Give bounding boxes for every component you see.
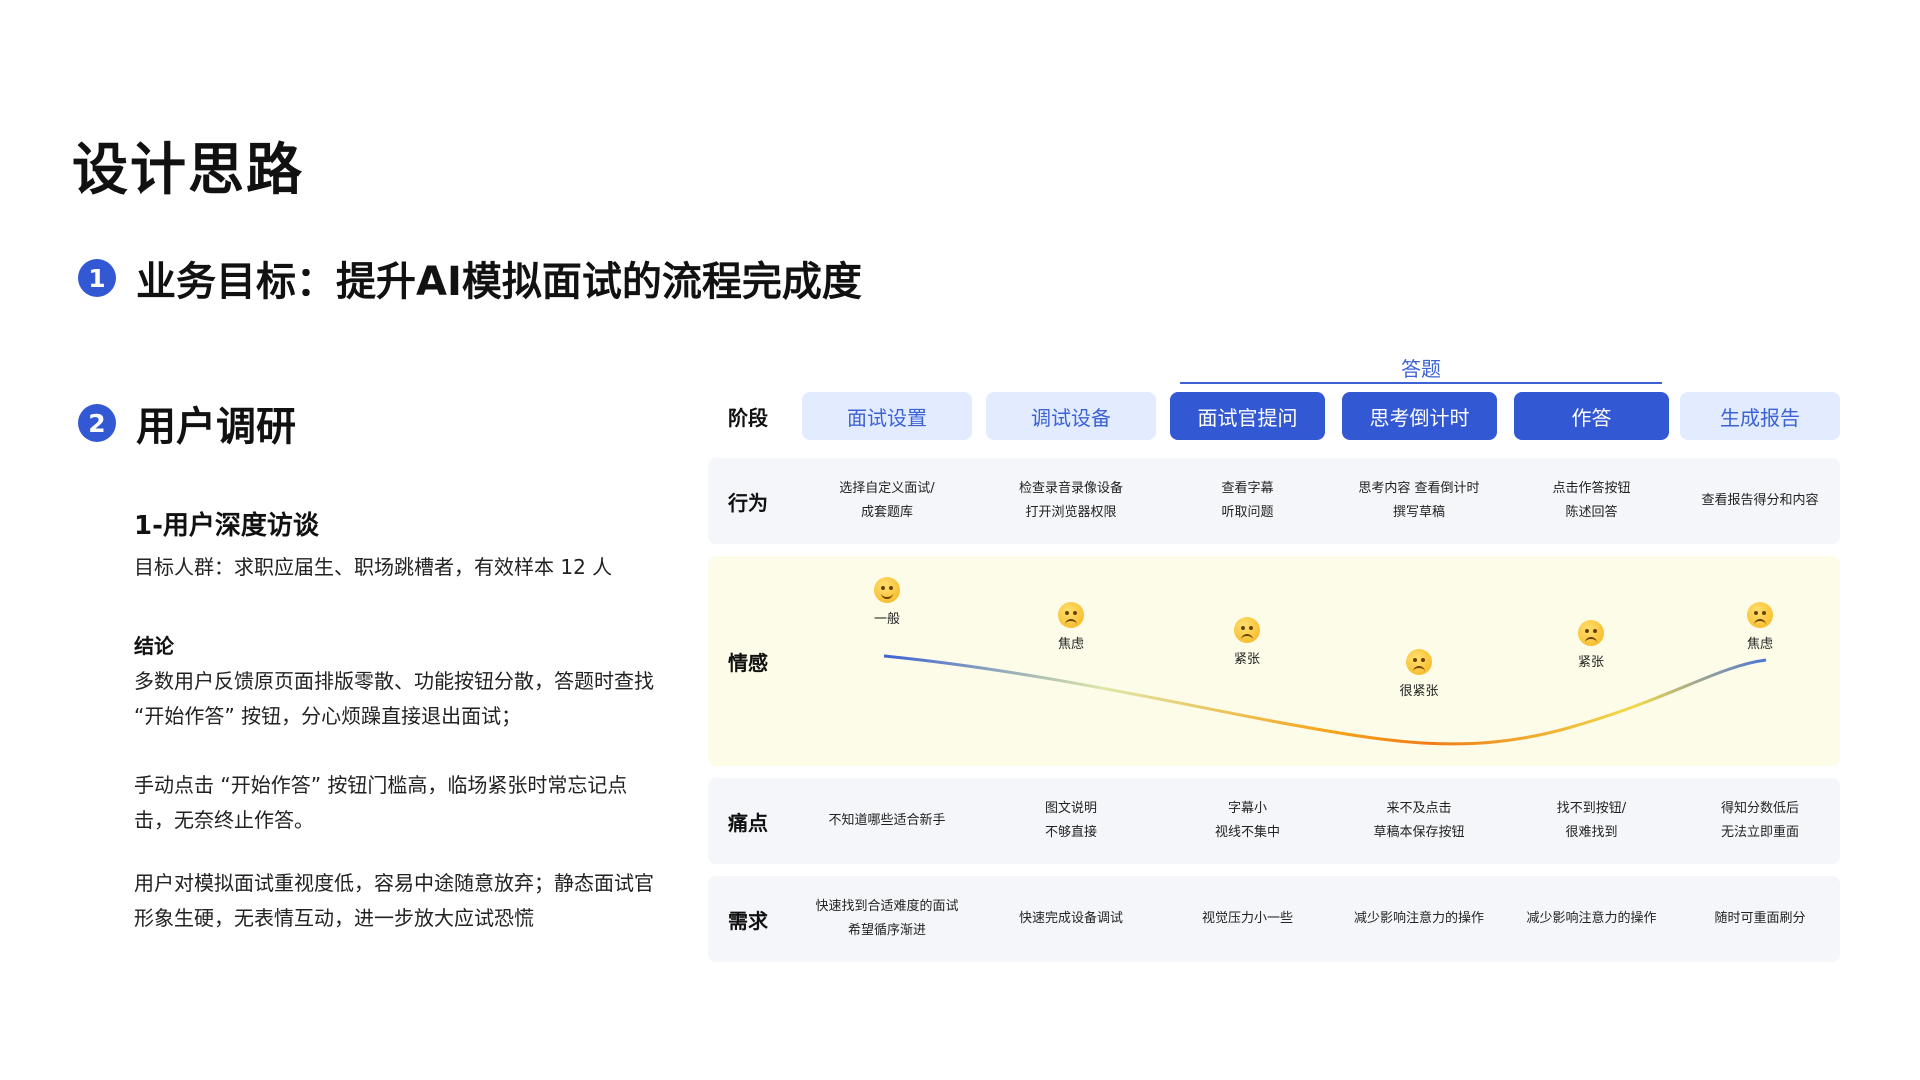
page-title: 设计思路 <box>72 138 304 203</box>
section-business-goal: 1 业务目标：提升AI模拟面试的流程完成度 <box>78 253 862 305</box>
row-label-behavior: 行为 <box>728 490 768 515</box>
stage-header-label: 阶段 <box>728 405 768 430</box>
answer-group-label: 答题 <box>1401 357 1441 381</box>
target-audience-text: 目标人群：求职应届生、职场跳槽者，有效样本 12 人 <box>134 555 613 579</box>
behavior-cell: 点击作答按钮 陈述回答 <box>1552 481 1631 520</box>
need-cell: 视觉压力小一些 <box>1201 911 1293 926</box>
tense-face-icon <box>1578 619 1604 646</box>
interview-subtitle: 1-用户深度访谈 <box>134 511 319 541</box>
emotion-label: 焦虑 <box>1057 637 1084 653</box>
need-cell: 快速找到合适难度的面试 希望循序渐进 <box>815 899 959 938</box>
pain-cell: 找不到按钮/ 很难找到 <box>1556 801 1627 840</box>
need-cell: 快速完成设备调试 <box>1018 911 1123 926</box>
need-row: 需求 快速找到合适难度的面试 希望循序渐进 快速完成设备调试 视觉压力小一些 减… <box>708 876 1840 962</box>
conclusion-paragraph-1: 多数用户反馈原页面排版零散、功能按钮分散，答题时查找 “开始作答” 按钮，分心烦… <box>134 669 654 728</box>
emotion-label: 焦虑 <box>1746 637 1773 653</box>
stage-answer: 作答 <box>1514 392 1669 440</box>
stage-thinking-countdown: 思考倒计时 <box>1342 392 1497 440</box>
emotion-label: 一般 <box>873 612 900 628</box>
behavior-cell: 检查录音录像设备 打开浏览器权限 <box>1018 481 1123 520</box>
behavior-cell: 查看报告得分和内容 <box>1701 493 1819 508</box>
emotion-row: 情感 一般 焦虑 紧张 很紧张 紧张 焦虑 <box>708 556 1840 766</box>
pain-cell: 不知道哪些适合新手 <box>828 813 946 828</box>
emotion-label: 很紧张 <box>1399 683 1439 699</box>
emotion-label: 紧张 <box>1233 652 1260 668</box>
step-number-badge: 2 <box>78 404 116 442</box>
behavior-row: 行为 选择自定义面试/ 成套题库 检查录音录像设备 打开浏览器权限 查看字幕 听… <box>708 458 1840 544</box>
stage-interview-setup: 面试设置 <box>802 392 972 440</box>
need-cell: 减少影响注意力的操作 <box>1526 911 1657 926</box>
behavior-cell: 思考内容 查看倒计时 撰写草稿 <box>1358 481 1480 520</box>
need-cell: 随时可重面刷分 <box>1714 911 1806 926</box>
pain-point-row: 痛点 不知道哪些适合新手 图文说明 不够直接 字幕小 视线不集中 来不及点击 草… <box>708 778 1840 864</box>
very-tense-face-icon <box>1406 648 1432 675</box>
step-number-badge: 1 <box>78 259 116 297</box>
conclusion-paragraph-3: 用户对模拟面试重视度低，容易中途随意放弃；静态面试官形象生硬，无表情互动，进一步… <box>134 871 654 930</box>
answer-group-bracket <box>1180 382 1662 384</box>
pain-cell: 来不及点击 草稿本保存按钮 <box>1373 801 1465 840</box>
stage-generate-report: 生成报告 <box>1680 392 1840 440</box>
pain-cell: 图文说明 不够直接 <box>1044 801 1097 840</box>
conclusion-title: 结论 <box>134 634 174 658</box>
user-research-heading: 用户调研 <box>136 404 296 450</box>
row-label-need: 需求 <box>728 908 768 933</box>
stage-device-check: 调试设备 <box>986 392 1156 440</box>
conclusion-paragraph-2: 手动点击 “开始作答” 按钮门槛高，临场紧张时常忘记点击，无奈终止作答。 <box>134 773 628 832</box>
pain-cell: 字幕小 视线不集中 <box>1214 801 1280 840</box>
pain-cell: 得知分数低后 无法立即重面 <box>1720 801 1799 840</box>
behavior-cell: 选择自定义面试/ 成套题库 <box>839 481 935 520</box>
stage-interviewer-question: 面试官提问 <box>1170 392 1325 440</box>
business-goal-heading: 业务目标：提升AI模拟面试的流程完成度 <box>136 259 862 305</box>
row-label-pain: 痛点 <box>728 810 768 835</box>
section-user-research: 2 用户调研 <box>78 398 296 450</box>
slightly-smiling-face-icon <box>874 577 900 604</box>
behavior-cell: 查看字幕 听取问题 <box>1221 481 1274 520</box>
need-cell: 减少影响注意力的操作 <box>1353 911 1484 926</box>
emotion-label: 紧张 <box>1577 654 1604 670</box>
